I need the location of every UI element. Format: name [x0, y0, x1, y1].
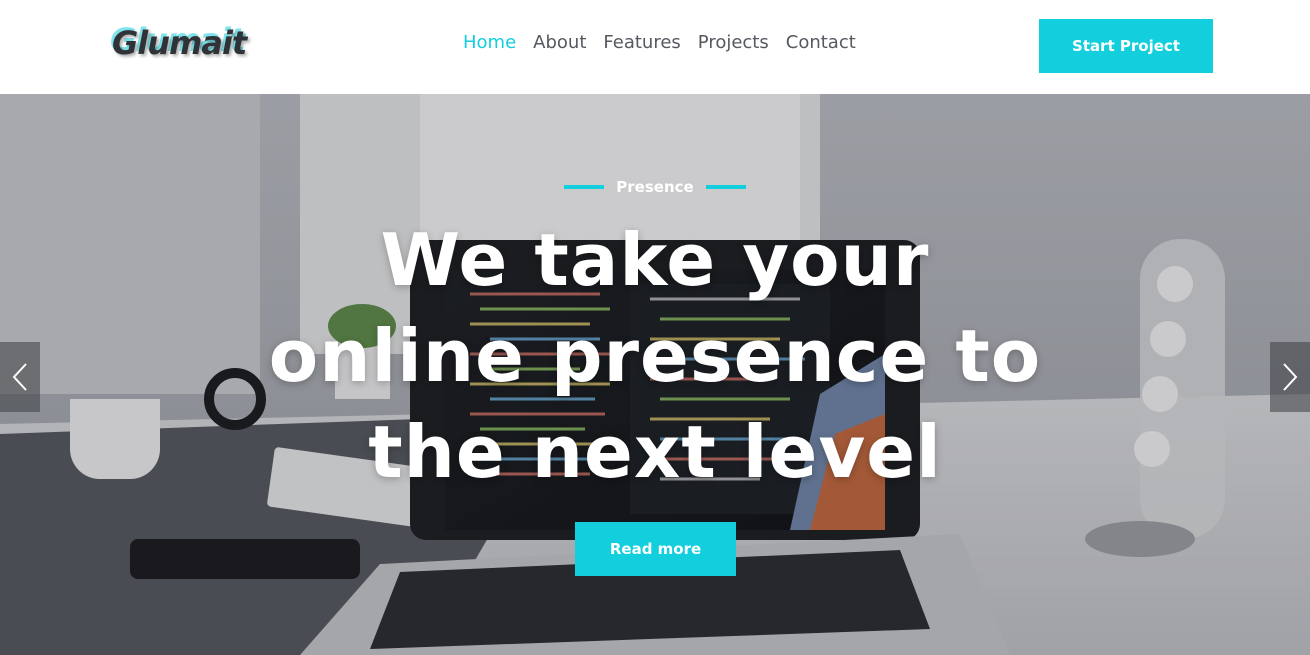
nav-item-contact[interactable]: Contact [786, 32, 856, 53]
nav-item-about[interactable]: About [533, 32, 586, 53]
eyebrow-line-left [564, 185, 605, 189]
read-more-button[interactable]: Read more [575, 522, 736, 576]
slider-prev-button[interactable] [0, 342, 40, 412]
chevron-left-icon [12, 363, 27, 391]
headline-line-1: We take your [380, 218, 930, 302]
hero-headline: We take your online presence to the next… [0, 212, 1310, 500]
eyebrow-text: Presence [616, 178, 694, 196]
main-nav: Home About Features Projects Contact [463, 32, 856, 53]
hero-slider: Presence We take your online presence to… [0, 94, 1310, 655]
nav-item-home[interactable]: Home [463, 32, 516, 53]
nav-item-projects[interactable]: Projects [698, 32, 769, 53]
chevron-right-icon [1283, 363, 1298, 391]
eyebrow-line-right [705, 185, 746, 189]
headline-line-3: the next level [368, 410, 942, 494]
hero-eyebrow: Presence [0, 178, 1310, 196]
nav-item-features[interactable]: Features [603, 32, 680, 53]
navbar: Glumait Home About Features Projects Con… [0, 0, 1310, 94]
slider-next-button[interactable] [1270, 342, 1310, 412]
start-project-button[interactable]: Start Project [1039, 19, 1213, 73]
logo[interactable]: Glumait [112, 24, 247, 64]
headline-line-2: online presence to [268, 314, 1042, 398]
